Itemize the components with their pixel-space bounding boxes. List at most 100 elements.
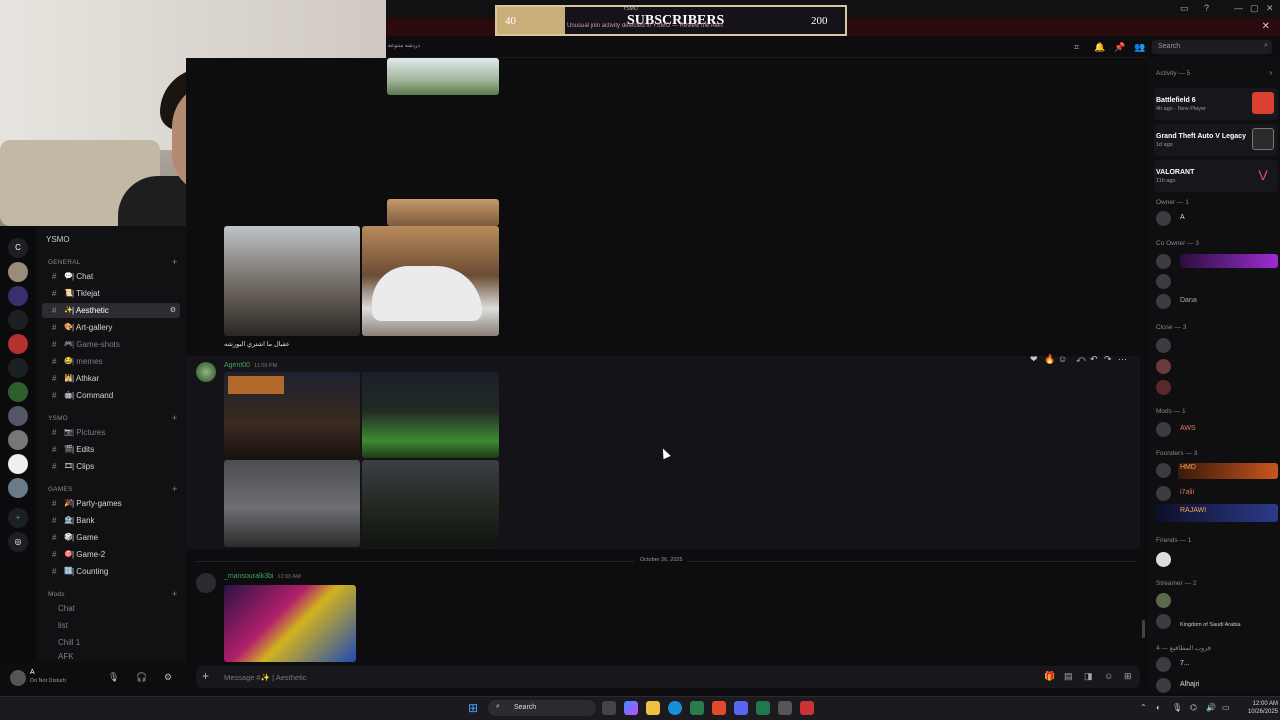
threads-icon[interactable]: ⌗ <box>1074 42 1079 53</box>
member-row[interactable]: HMD <box>1156 463 1278 479</box>
emoji-icon[interactable]: ☺ <box>1104 671 1113 681</box>
bell-icon[interactable]: 🔔 <box>1094 42 1105 53</box>
heart-reaction-icon[interactable]: ❤ <box>1030 354 1038 365</box>
member-row[interactable] <box>1156 552 1278 568</box>
voice-channel-list[interactable]: list <box>42 618 180 633</box>
category-ysmo[interactable]: YSMO + <box>48 413 177 423</box>
windows-start-icon[interactable]: ⊞ <box>468 701 482 715</box>
category-games[interactable]: GAMES + <box>48 484 177 494</box>
member-row[interactable]: i7alii <box>1156 486 1278 502</box>
home-button[interactable]: C <box>8 238 28 258</box>
channel-aesthetic[interactable]: # ✨ | Aesthetic ⚙ <box>42 303 180 318</box>
message-image-neon[interactable] <box>224 585 356 662</box>
excel-icon[interactable] <box>756 701 770 715</box>
member-row[interactable]: Dana <box>1156 294 1278 310</box>
battery-icon[interactable]: ▭ <box>1222 703 1230 712</box>
avatar[interactable] <box>196 362 216 382</box>
message-image-street[interactable] <box>224 226 360 336</box>
chevron-up-icon[interactable]: ⌃ <box>1140 703 1147 712</box>
chevron-right-icon[interactable]: › <box>1269 68 1272 77</box>
server-icon[interactable] <box>8 334 28 354</box>
brave-icon[interactable] <box>712 701 726 715</box>
member-row[interactable] <box>1156 593 1278 609</box>
member-row[interactable] <box>1156 380 1278 396</box>
undo-icon[interactable]: ↶ <box>1090 354 1098 365</box>
channel-game-2[interactable]: # 🎯 | Game-2 <box>42 547 180 562</box>
category-mods[interactable]: Mods + <box>48 589 177 599</box>
file-explorer-icon[interactable] <box>646 701 660 715</box>
store-icon[interactable] <box>690 701 704 715</box>
server-icon-ysmo[interactable] <box>8 454 28 474</box>
category-general[interactable]: GENERAL + <box>48 257 177 267</box>
message-image-night-street[interactable] <box>224 372 360 458</box>
message-image[interactable] <box>387 199 499 226</box>
message-image-trees[interactable] <box>362 460 499 547</box>
member-row[interactable]: Alhajri <box>1156 678 1278 694</box>
taskbar-clock[interactable]: 12:00 AM 10/26/2025 <box>1238 700 1278 716</box>
mic-tray-icon[interactable]: 🎙 <box>1172 703 1182 712</box>
maximize-icon[interactable]: ▢ <box>1250 3 1259 14</box>
close-icon[interactable]: ✕ <box>1262 21 1270 32</box>
server-icon[interactable] <box>8 430 28 450</box>
channel-pictures[interactable]: # 📷 | Pictures <box>42 425 180 440</box>
channel-chat[interactable]: # 💬 | Chat <box>42 269 180 284</box>
author-name[interactable]: Agent00 <box>224 362 250 369</box>
task-view-icon[interactable] <box>602 701 616 715</box>
server-icon[interactable] <box>8 406 28 426</box>
message-image[interactable] <box>387 58 499 95</box>
reply-icon[interactable]: ⤺ <box>1076 354 1086 365</box>
gif-icon[interactable]: ▤ <box>1064 671 1073 682</box>
channel-art-gallery[interactable]: # 🎨 | Art-gallery <box>42 320 180 335</box>
tray-icon[interactable]: ◐ <box>1156 703 1161 712</box>
network-icon[interactable]: ⌬ <box>1190 703 1197 712</box>
help-icon[interactable]: ? <box>1204 3 1209 13</box>
message-image-car[interactable] <box>362 226 499 336</box>
message-image-bridge[interactable] <box>224 460 360 547</box>
channel-game-shots[interactable]: # 🎮 | Game-shots <box>42 337 180 352</box>
scrollbar-thumb[interactable] <box>1142 620 1145 638</box>
member-row[interactable]: 7... <box>1156 657 1278 673</box>
channel-game[interactable]: # 🎲 | Game <box>42 530 180 545</box>
volume-icon[interactable]: 🔊 <box>1206 703 1216 712</box>
add-attachment-icon[interactable]: + <box>202 669 209 683</box>
activity-card[interactable]: Battlefield 6 4h ago · New Player <box>1154 88 1278 120</box>
add-reaction-icon[interactable]: ☺ <box>1058 354 1067 364</box>
gift-icon[interactable]: 🎁 <box>1044 671 1055 682</box>
channel-athkar[interactable]: # 🕌 | Athkar <box>42 371 180 386</box>
channel-bank[interactable]: # 🏦 | Bank <box>42 513 180 528</box>
app-icon[interactable] <box>778 701 792 715</box>
server-icon[interactable] <box>8 358 28 378</box>
avatar[interactable] <box>196 573 216 593</box>
avatar[interactable] <box>10 670 26 686</box>
voice-channel-afk[interactable]: AFK <box>42 652 180 662</box>
close-window-icon[interactable]: ✕ <box>1266 3 1274 14</box>
channel-command[interactable]: # 🤖 | Command <box>42 388 180 403</box>
author-name[interactable]: _mansouralk3bi <box>224 573 273 580</box>
activity-card[interactable]: VALORANT 11h ago V <box>1154 160 1278 192</box>
sticker-icon[interactable]: ◨ <box>1084 671 1093 682</box>
voice-channel-chat[interactable]: Chat <box>42 601 180 616</box>
minimize-icon[interactable]: — <box>1234 3 1243 13</box>
edge-icon[interactable] <box>668 701 682 715</box>
member-row[interactable] <box>1156 274 1278 290</box>
add-channel-icon[interactable]: + <box>172 413 177 423</box>
add-channel-icon[interactable]: + <box>172 589 177 599</box>
server-icon[interactable] <box>8 478 28 498</box>
fire-reaction-icon[interactable]: 🔥 <box>1044 354 1055 365</box>
add-channel-icon[interactable]: + <box>172 257 177 267</box>
channel-clips[interactable]: # 🎞 | Clips <box>42 459 180 474</box>
inbox-icon[interactable]: ▭ <box>1180 3 1189 14</box>
add-server-icon[interactable]: + <box>8 508 28 528</box>
channel-party-games[interactable]: # 🎉 | Party-games <box>42 496 180 511</box>
message-input[interactable]: Message #✨ | Aesthetic <box>224 673 307 682</box>
discover-icon[interactable]: ◎ <box>8 532 28 552</box>
message-image-park[interactable] <box>362 372 499 458</box>
forward-icon[interactable]: ↷ <box>1104 354 1112 365</box>
server-icon[interactable] <box>8 382 28 402</box>
settings-gear-icon[interactable]: ⚙ <box>164 672 172 683</box>
headphones-icon[interactable]: 🎧 <box>136 672 147 683</box>
server-icon[interactable] <box>8 286 28 306</box>
voice-channel-chill[interactable]: Chill 1 <box>42 635 180 650</box>
obs-icon[interactable] <box>800 701 814 715</box>
member-row[interactable]: Kingdom of Saudi Arabia <box>1156 614 1278 630</box>
